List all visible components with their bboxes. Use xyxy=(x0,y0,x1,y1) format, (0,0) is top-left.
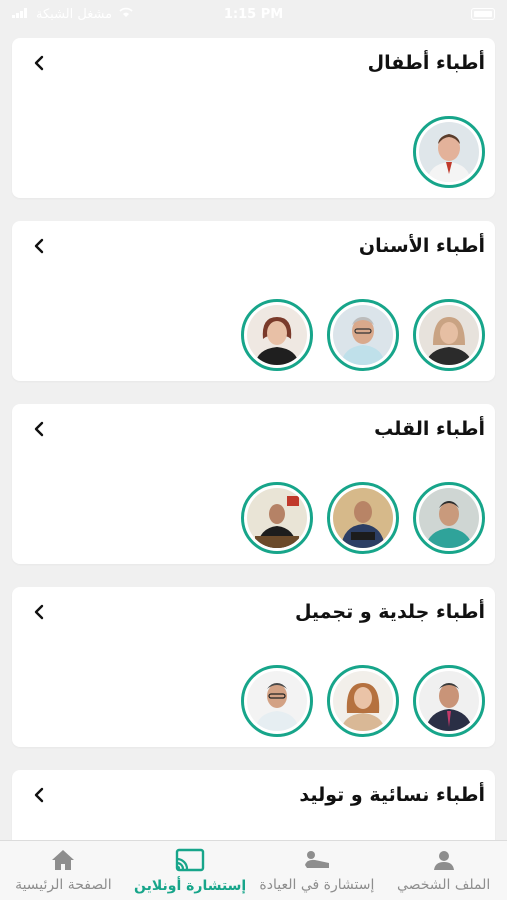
section-title: أطباء الأسنان xyxy=(358,235,485,257)
tab-online-consultation[interactable]: إستشارة أونلاين xyxy=(127,841,254,900)
cast-icon xyxy=(175,848,205,872)
chevron-left-icon[interactable] xyxy=(28,418,50,440)
tab-label: الملف الشخصي xyxy=(396,876,491,893)
section-card-gynecology[interactable]: أطباء نسائية و توليد xyxy=(12,770,495,840)
doctor-avatars xyxy=(241,482,485,554)
doctor-avatar[interactable] xyxy=(241,665,313,737)
doctor-avatar[interactable] xyxy=(413,116,485,188)
chevron-left-icon[interactable] xyxy=(28,601,50,623)
doctor-avatar[interactable] xyxy=(327,665,399,737)
doctor-avatar[interactable] xyxy=(413,665,485,737)
section-title: أطباء القلب xyxy=(374,418,485,440)
bottom-tab-bar: الملف الشخصي إستشارة في العيادة إستشارة … xyxy=(0,840,507,900)
sections-list: أطباء أطفال أطباء الأسنان أطباء القلب أط… xyxy=(0,30,507,840)
tab-label: إستشارة أونلاين xyxy=(134,877,247,894)
doctor-avatar[interactable] xyxy=(241,299,313,371)
person-icon xyxy=(433,849,455,871)
tab-profile[interactable]: الملف الشخصي xyxy=(380,841,507,900)
chevron-left-icon[interactable] xyxy=(28,235,50,257)
home-icon xyxy=(51,849,75,871)
section-card-dermatology[interactable]: أطباء جلدية و تجميل xyxy=(12,587,495,747)
doctor-avatar[interactable] xyxy=(327,482,399,554)
doctor-avatar[interactable] xyxy=(241,482,313,554)
chevron-left-icon[interactable] xyxy=(28,784,50,806)
status-time: 1:15 PM xyxy=(223,6,284,22)
doctor-avatar[interactable] xyxy=(327,299,399,371)
tab-home[interactable]: الصفحة الرئيسية xyxy=(0,841,127,900)
doctor-avatar[interactable] xyxy=(413,482,485,554)
section-card-cardiology[interactable]: أطباء القلب xyxy=(12,404,495,564)
section-title: أطباء أطفال xyxy=(367,52,485,74)
section-card-dentists[interactable]: أطباء الأسنان xyxy=(12,221,495,381)
chevron-left-icon[interactable] xyxy=(28,52,50,74)
doctor-avatars xyxy=(413,116,485,188)
status-bar: مشغل الشبكة 1:15 PM xyxy=(0,0,507,28)
doctor-avatar[interactable] xyxy=(413,299,485,371)
clinic-icon xyxy=(303,849,331,871)
tab-label: إستشارة في العيادة xyxy=(259,876,375,893)
tab-label: الصفحة الرئيسية xyxy=(15,876,112,893)
doctor-avatars xyxy=(241,665,485,737)
battery-icon xyxy=(471,8,495,20)
section-title: أطباء نسائية و توليد xyxy=(299,784,485,806)
tab-clinic-consultation[interactable]: إستشارة في العيادة xyxy=(254,841,381,900)
section-card-pediatrics[interactable]: أطباء أطفال xyxy=(12,38,495,198)
doctor-avatars xyxy=(241,299,485,371)
section-title: أطباء جلدية و تجميل xyxy=(294,601,485,623)
